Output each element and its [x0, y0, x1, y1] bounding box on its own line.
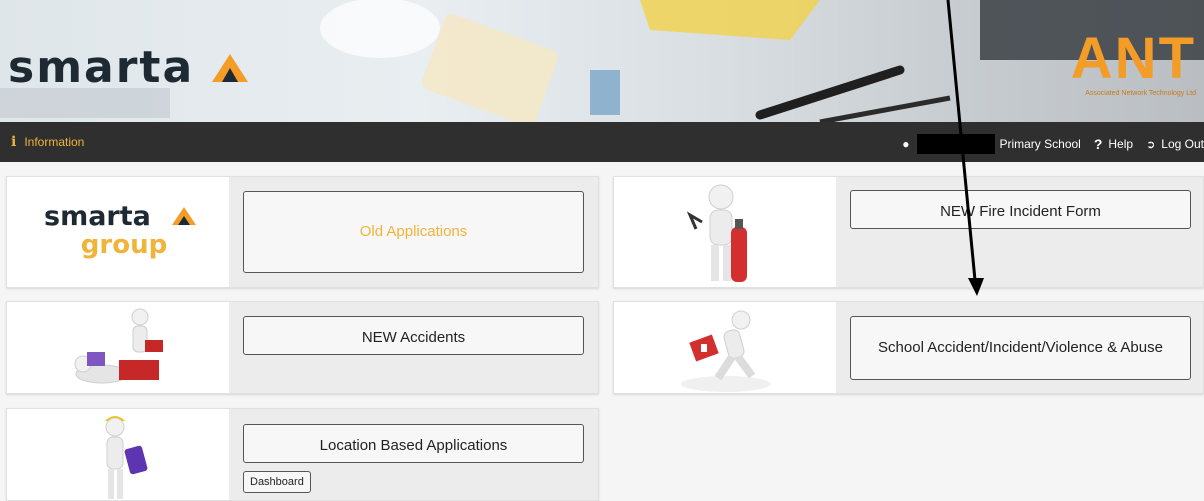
page: { "banner": { "logo_text": "smarta", "pa… [0, 0, 1204, 501]
annotation-arrow [946, 0, 984, 296]
